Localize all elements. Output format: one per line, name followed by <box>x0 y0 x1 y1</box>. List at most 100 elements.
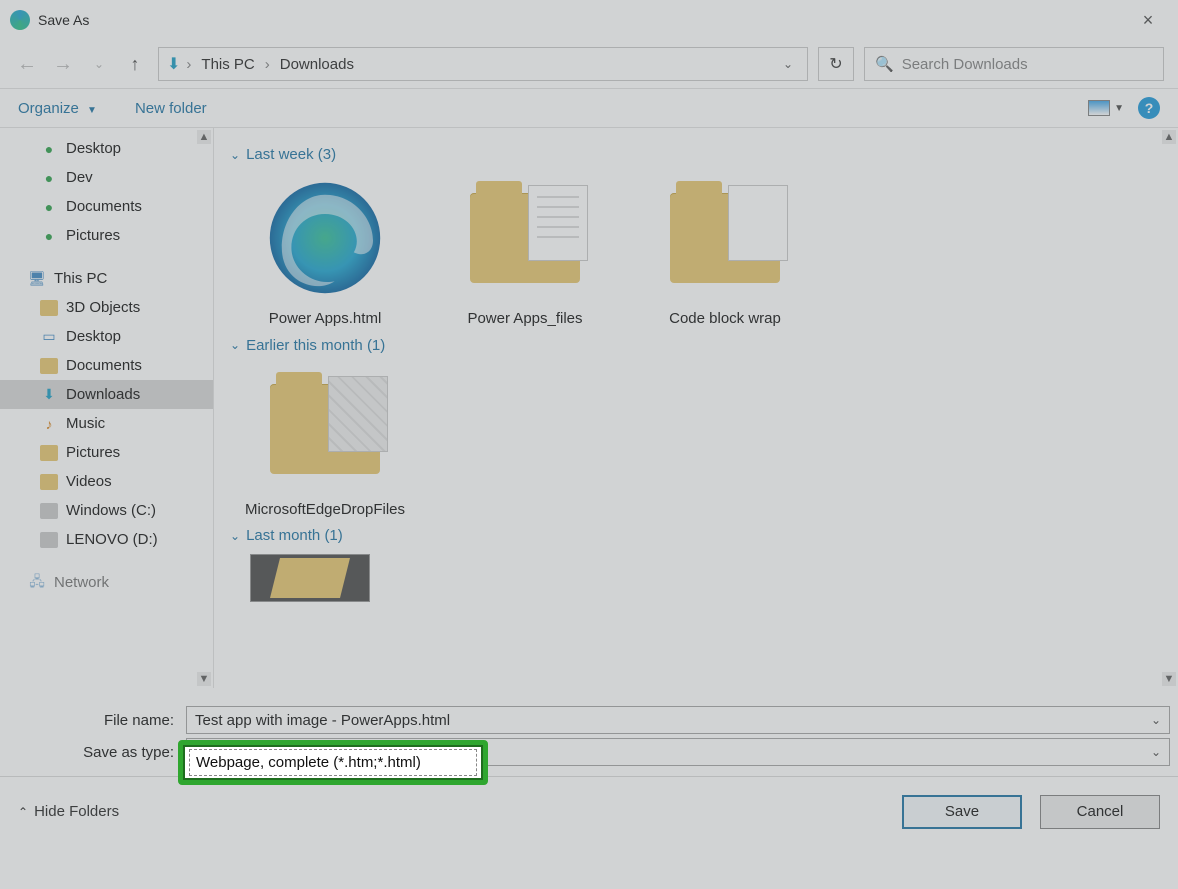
group-header-earlier[interactable]: ⌄Earlier this month (1) <box>230 337 1162 354</box>
file-label: MicrosoftEdgeDropFiles <box>245 500 405 520</box>
recent-chevron[interactable]: ⌄ <box>86 51 112 77</box>
file-tile[interactable] <box>240 554 380 602</box>
chevron-down-icon[interactable]: ⌄ <box>1151 713 1161 727</box>
tree-item-windows-c[interactable]: Windows (C:) <box>0 496 213 525</box>
view-mode-button[interactable]: ▼ <box>1088 100 1124 116</box>
file-label: Power Apps.html <box>269 309 382 329</box>
documents-icon <box>40 358 58 374</box>
group-header-lastmonth[interactable]: ⌄Last month (1) <box>230 527 1162 544</box>
organize-menu[interactable]: Organize ▼ <box>18 100 97 117</box>
titlebar: Save As × <box>0 0 1178 40</box>
chevron-right-icon: › <box>265 56 270 73</box>
hide-folders-toggle[interactable]: ⌃ Hide Folders <box>18 803 119 820</box>
navigation-bar: ← → ⌄ ↑ ⬇ › This PC › Downloads ⌄ ↻ 🔍 Se… <box>0 40 1178 88</box>
forward-button[interactable]: → <box>50 51 76 77</box>
desktop-icon: ▭ <box>40 329 58 345</box>
pc-icon: 🖥 <box>28 271 46 287</box>
search-placeholder: Search Downloads <box>902 56 1028 73</box>
tutorial-highlight: Webpage, complete (*.htm;*.html) <box>178 740 488 785</box>
sync-icon: ● <box>40 170 58 186</box>
chevron-down-icon[interactable]: ⌄ <box>1151 745 1161 759</box>
up-button[interactable]: ↑ <box>122 51 148 77</box>
tree-item-documents-quick[interactable]: ●Documents <box>0 192 213 221</box>
tree-item-pictures[interactable]: Pictures <box>0 438 213 467</box>
back-button[interactable]: ← <box>14 51 40 77</box>
tree-item-videos[interactable]: Videos <box>0 467 213 496</box>
scroll-up-icon[interactable]: ▲ <box>197 130 211 144</box>
breadcrumb-root[interactable]: This PC <box>197 54 258 75</box>
search-icon: 🔍 <box>875 55 894 73</box>
videos-icon <box>40 474 58 490</box>
save-button[interactable]: Save <box>902 795 1022 829</box>
file-label: Power Apps_files <box>467 309 582 329</box>
tree-item-downloads[interactable]: ⬇Downloads <box>0 380 213 409</box>
chevron-down-icon: ⌄ <box>230 529 240 543</box>
file-tile[interactable]: Power Apps_files <box>440 173 610 329</box>
file-tile[interactable]: Power Apps.html <box>240 173 410 329</box>
sync-icon: ● <box>40 228 58 244</box>
main-split: ▲ ●Desktop ●Dev ●Documents ●Pictures 🖥Th… <box>0 128 1178 688</box>
chevron-down-icon: ⌄ <box>230 148 240 162</box>
save-type-value[interactable]: Webpage, complete (*.htm;*.html) <box>189 749 477 776</box>
chevron-up-icon: ⌃ <box>18 805 28 819</box>
scroll-down-icon[interactable]: ▼ <box>197 672 211 686</box>
file-label: Code block wrap <box>669 309 781 329</box>
drive-icon <box>40 532 58 548</box>
refresh-button[interactable]: ↻ <box>818 47 854 81</box>
caret-down-icon: ▼ <box>1114 103 1124 114</box>
download-icon: ⬇ <box>40 387 58 403</box>
file-name-input[interactable]: Test app with image - PowerApps.html ⌄ <box>186 706 1170 734</box>
folder-thumb <box>655 173 795 303</box>
save-type-label: Save as type: <box>8 744 186 761</box>
network-icon: 🖧 <box>28 575 46 591</box>
file-list[interactable]: ▲ ⌄Last week (3) Power Apps.html Power A… <box>214 128 1178 688</box>
hide-folders-label: Hide Folders <box>34 803 119 820</box>
sync-icon: ● <box>40 199 58 215</box>
scroll-down-icon[interactable]: ▼ <box>1162 672 1176 686</box>
folder-tree[interactable]: ▲ ●Desktop ●Dev ●Documents ●Pictures 🖥Th… <box>0 128 214 688</box>
group-header-lastweek[interactable]: ⌄Last week (3) <box>230 146 1162 163</box>
close-button[interactable]: × <box>1128 10 1168 31</box>
tree-item-dev-quick[interactable]: ●Dev <box>0 163 213 192</box>
cancel-button[interactable]: Cancel <box>1040 795 1160 829</box>
tree-item-3dobjects[interactable]: 3D Objects <box>0 293 213 322</box>
file-name-value: Test app with image - PowerApps.html <box>195 712 450 729</box>
tree-item-desktop-quick[interactable]: ●Desktop <box>0 134 213 163</box>
search-box[interactable]: 🔍 Search Downloads <box>864 47 1164 81</box>
folder-thumb <box>255 364 395 494</box>
edge-html-icon <box>255 173 395 303</box>
file-name-label: File name: <box>8 712 186 729</box>
dialog-footer: ⌃ Hide Folders Save Cancel <box>0 776 1178 846</box>
edge-icon <box>10 10 30 30</box>
partial-thumb <box>250 554 370 602</box>
address-history-chevron[interactable]: ⌄ <box>777 57 799 71</box>
tree-item-documents[interactable]: Documents <box>0 351 213 380</box>
sync-icon: ● <box>40 141 58 157</box>
save-form: File name: Test app with image - PowerAp… <box>0 688 1178 776</box>
tree-item-lenovo-d[interactable]: LENOVO (D:) <box>0 525 213 554</box>
new-folder-button[interactable]: New folder <box>135 100 207 117</box>
command-bar: Organize ▼ New folder ▼ ? <box>0 88 1178 128</box>
folder-icon <box>40 300 58 316</box>
organize-label: Organize <box>18 100 79 117</box>
drive-icon <box>40 503 58 519</box>
tree-item-desktop[interactable]: ▭Desktop <box>0 322 213 351</box>
breadcrumb-leaf[interactable]: Downloads <box>276 54 358 75</box>
view-icon <box>1088 100 1110 116</box>
file-tile[interactable]: Code block wrap <box>640 173 810 329</box>
music-icon: ♪ <box>40 416 58 432</box>
folder-thumb <box>455 173 595 303</box>
downloads-icon: ⬇ <box>167 54 180 74</box>
scroll-up-icon[interactable]: ▲ <box>1162 130 1176 144</box>
tree-item-this-pc[interactable]: 🖥This PC <box>0 264 213 293</box>
tree-item-music[interactable]: ♪Music <box>0 409 213 438</box>
chevron-down-icon: ⌄ <box>230 338 240 352</box>
help-button[interactable]: ? <box>1138 97 1160 119</box>
window-title: Save As <box>38 12 89 28</box>
tree-item-pictures-quick[interactable]: ●Pictures <box>0 221 213 250</box>
pictures-icon <box>40 445 58 461</box>
tree-item-network[interactable]: 🖧Network <box>0 568 213 597</box>
address-bar[interactable]: ⬇ › This PC › Downloads ⌄ <box>158 47 808 81</box>
file-tile[interactable]: MicrosoftEdgeDropFiles <box>240 364 410 520</box>
chevron-right-icon: › <box>186 56 191 73</box>
